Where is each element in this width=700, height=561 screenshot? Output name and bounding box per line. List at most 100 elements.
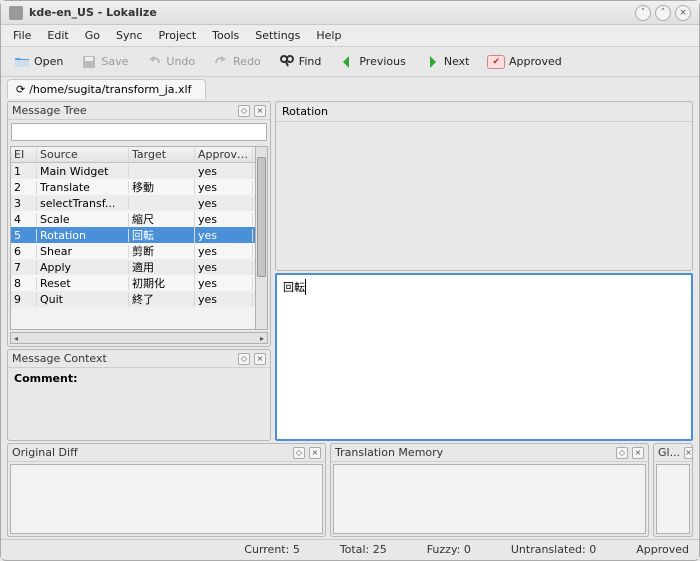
menu-sync[interactable]: Sync — [108, 27, 151, 44]
menu-file[interactable]: File — [5, 27, 39, 44]
find-icon — [279, 54, 295, 70]
vertical-scrollbar[interactable] — [256, 146, 268, 330]
table-row[interactable]: 1Main Widgetyes — [11, 163, 255, 179]
table-row[interactable]: 6Shear剪断yes — [11, 243, 255, 259]
cell-target: 回転 — [129, 227, 195, 243]
translation-memory-title: Translation Memory — [335, 446, 612, 459]
table-row[interactable]: 8Reset初期化yes — [11, 275, 255, 291]
message-tree-header: Message Tree ◇ × — [8, 102, 270, 120]
cell-source: selectTransf... — [37, 197, 129, 210]
col-target[interactable]: Target — [129, 148, 195, 161]
cell-approved: yes — [195, 293, 253, 306]
menu-settings[interactable]: Settings — [247, 27, 308, 44]
close-panel-icon[interactable]: × — [254, 353, 266, 365]
left-column: Message Tree ◇ × EI Source Target Approv… — [7, 101, 271, 441]
source-text: Rotation — [276, 102, 692, 122]
window-title: kde-en_US - Lokalize — [29, 6, 631, 19]
approved-label: Approved — [509, 55, 562, 68]
table-row[interactable]: 4Scale縮尺yes — [11, 211, 255, 227]
table-row[interactable]: 3selectTransf...yes — [11, 195, 255, 211]
message-context-panel: Message Context ◇ × Comment: — [7, 349, 271, 441]
approved-icon: ✔ — [487, 55, 505, 69]
cell-approved: yes — [195, 213, 253, 226]
cell-approved: yes — [195, 181, 253, 194]
undock-icon[interactable]: ◇ — [293, 447, 305, 459]
close-panel-icon[interactable]: × — [684, 447, 693, 459]
redo-button[interactable]: Redo — [206, 50, 268, 74]
approved-button[interactable]: ✔ Approved — [480, 51, 568, 73]
filter-input[interactable] — [11, 123, 267, 141]
table-row[interactable]: 5Rotation回転yes — [11, 227, 255, 243]
close-panel-icon[interactable]: × — [309, 447, 321, 459]
glossary-title: Gl... — [658, 446, 680, 459]
status-approved: Approved — [636, 543, 689, 556]
titlebar: kde-en_US - Lokalize ˅ ˄ × — [1, 1, 699, 25]
close-panel-icon[interactable]: × — [632, 447, 644, 459]
main-area: Message Tree ◇ × EI Source Target Approv… — [1, 99, 699, 441]
previous-label: Previous — [359, 55, 406, 68]
menu-project[interactable]: Project — [151, 27, 205, 44]
menu-edit[interactable]: Edit — [39, 27, 76, 44]
cell-source: Reset — [37, 277, 129, 290]
next-button[interactable]: Next — [417, 50, 477, 74]
message-context-header: Message Context ◇ × — [8, 350, 270, 368]
cell-target: 初期化 — [129, 275, 195, 291]
previous-button[interactable]: Previous — [332, 50, 413, 74]
scroll-left-icon[interactable]: ◂ — [11, 334, 21, 343]
scroll-right-icon[interactable]: ▸ — [257, 334, 267, 343]
original-diff-body — [10, 464, 323, 534]
undock-icon[interactable]: ◇ — [238, 105, 250, 117]
message-tree-panel: Message Tree ◇ × EI Source Target Approv… — [7, 101, 271, 347]
save-icon — [81, 54, 97, 70]
message-table-wrap: EI Source Target Approved 1Main Widgetye… — [10, 146, 268, 330]
cell-target: 縮尺 — [129, 211, 195, 227]
cell-source: Scale — [37, 213, 129, 226]
translation-editor[interactable]: 回転 — [275, 273, 693, 441]
undo-button[interactable]: Undo — [139, 50, 202, 74]
table-row[interactable]: 2Translate移動yes — [11, 179, 255, 195]
table-header[interactable]: EI Source Target Approved — [11, 147, 255, 163]
col-entry[interactable]: EI — [11, 148, 37, 161]
cell-target: 移動 — [129, 179, 195, 195]
cell-approved: yes — [195, 229, 253, 242]
cell-source: Apply — [37, 261, 129, 274]
save-button[interactable]: Save — [74, 50, 135, 74]
undock-icon[interactable]: ◇ — [616, 447, 628, 459]
cell-source: Shear — [37, 245, 129, 258]
cell-n: 1 — [11, 165, 37, 178]
open-button[interactable]: Open — [7, 50, 70, 74]
message-table[interactable]: EI Source Target Approved 1Main Widgetye… — [10, 146, 256, 330]
minimize-button[interactable]: ˅ — [635, 5, 651, 21]
message-context-title: Message Context — [12, 352, 234, 365]
maximize-button[interactable]: ˄ — [655, 5, 671, 21]
redo-icon — [213, 54, 229, 70]
cell-approved: yes — [195, 277, 253, 290]
save-label: Save — [101, 55, 128, 68]
table-row[interactable]: 7Apply適用yes — [11, 259, 255, 275]
col-approved[interactable]: Approved — [195, 148, 253, 161]
close-panel-icon[interactable]: × — [254, 105, 266, 117]
horizontal-scrollbar[interactable]: ◂ ▸ — [10, 332, 268, 344]
find-button[interactable]: Find — [272, 50, 329, 74]
bottom-row: Original Diff◇× Translation Memory◇× Gl.… — [1, 441, 699, 539]
cell-approved: yes — [195, 197, 253, 210]
undo-label: Undo — [166, 55, 195, 68]
editor-wrap: 回転 — [275, 273, 693, 441]
cell-n: 6 — [11, 245, 37, 258]
cell-n: 8 — [11, 277, 37, 290]
menu-go[interactable]: Go — [77, 27, 108, 44]
menu-help[interactable]: Help — [308, 27, 349, 44]
next-label: Next — [444, 55, 470, 68]
message-context-body: Comment: — [8, 368, 270, 440]
cell-target: 終了 — [129, 291, 195, 307]
menu-tools[interactable]: Tools — [204, 27, 247, 44]
close-button[interactable]: × — [675, 5, 691, 21]
translation-memory-body — [333, 464, 646, 534]
cell-n: 4 — [11, 213, 37, 226]
toolbar: Open Save Undo Redo Find Previous Next ✔… — [1, 47, 699, 77]
col-source[interactable]: Source — [37, 148, 129, 161]
undock-icon[interactable]: ◇ — [238, 353, 250, 365]
table-row[interactable]: 9Quit終了yes — [11, 291, 255, 307]
cell-approved: yes — [195, 261, 253, 274]
document-tab[interactable]: ⟳ /home/sugita/transform_ja.xlf — [7, 79, 206, 99]
